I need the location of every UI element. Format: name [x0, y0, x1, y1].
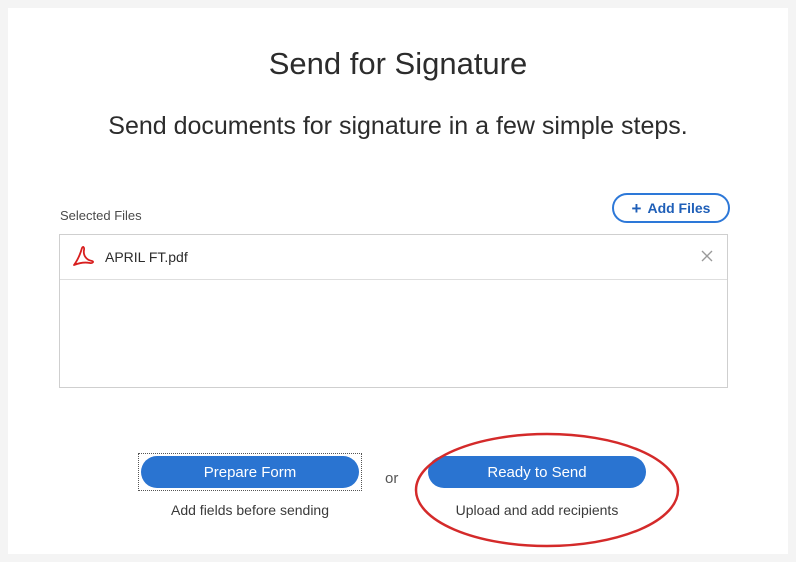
add-files-button[interactable]: + Add Files	[612, 193, 730, 223]
send-for-signature-panel: Send for Signature Send documents for si…	[8, 8, 788, 554]
page-subtitle: Send documents for signature in a few si…	[108, 112, 688, 140]
ready-to-send-description: Upload and add recipients	[455, 502, 619, 518]
page-title: Send for Signature	[268, 46, 528, 81]
file-row[interactable]: APRIL FT.pdf	[60, 235, 727, 280]
prepare-form-description: Add fields before sending	[171, 502, 329, 518]
file-name: APRIL FT.pdf	[105, 249, 188, 265]
or-separator: or	[385, 470, 399, 487]
close-icon[interactable]	[699, 248, 715, 264]
ready-to-send-group: Ready to Send Upload and add recipients	[428, 456, 646, 518]
selected-files-list: APRIL FT.pdf	[59, 234, 728, 388]
prepare-form-group: Prepare Form Add fields before sending	[141, 456, 359, 518]
selected-files-label: Selected Files	[60, 208, 142, 223]
plus-icon: +	[631, 198, 642, 218]
prepare-form-button[interactable]: Prepare Form	[141, 456, 359, 488]
pdf-icon	[70, 244, 96, 270]
ready-to-send-button[interactable]: Ready to Send	[428, 456, 646, 488]
add-files-label: Add Files	[647, 200, 711, 216]
